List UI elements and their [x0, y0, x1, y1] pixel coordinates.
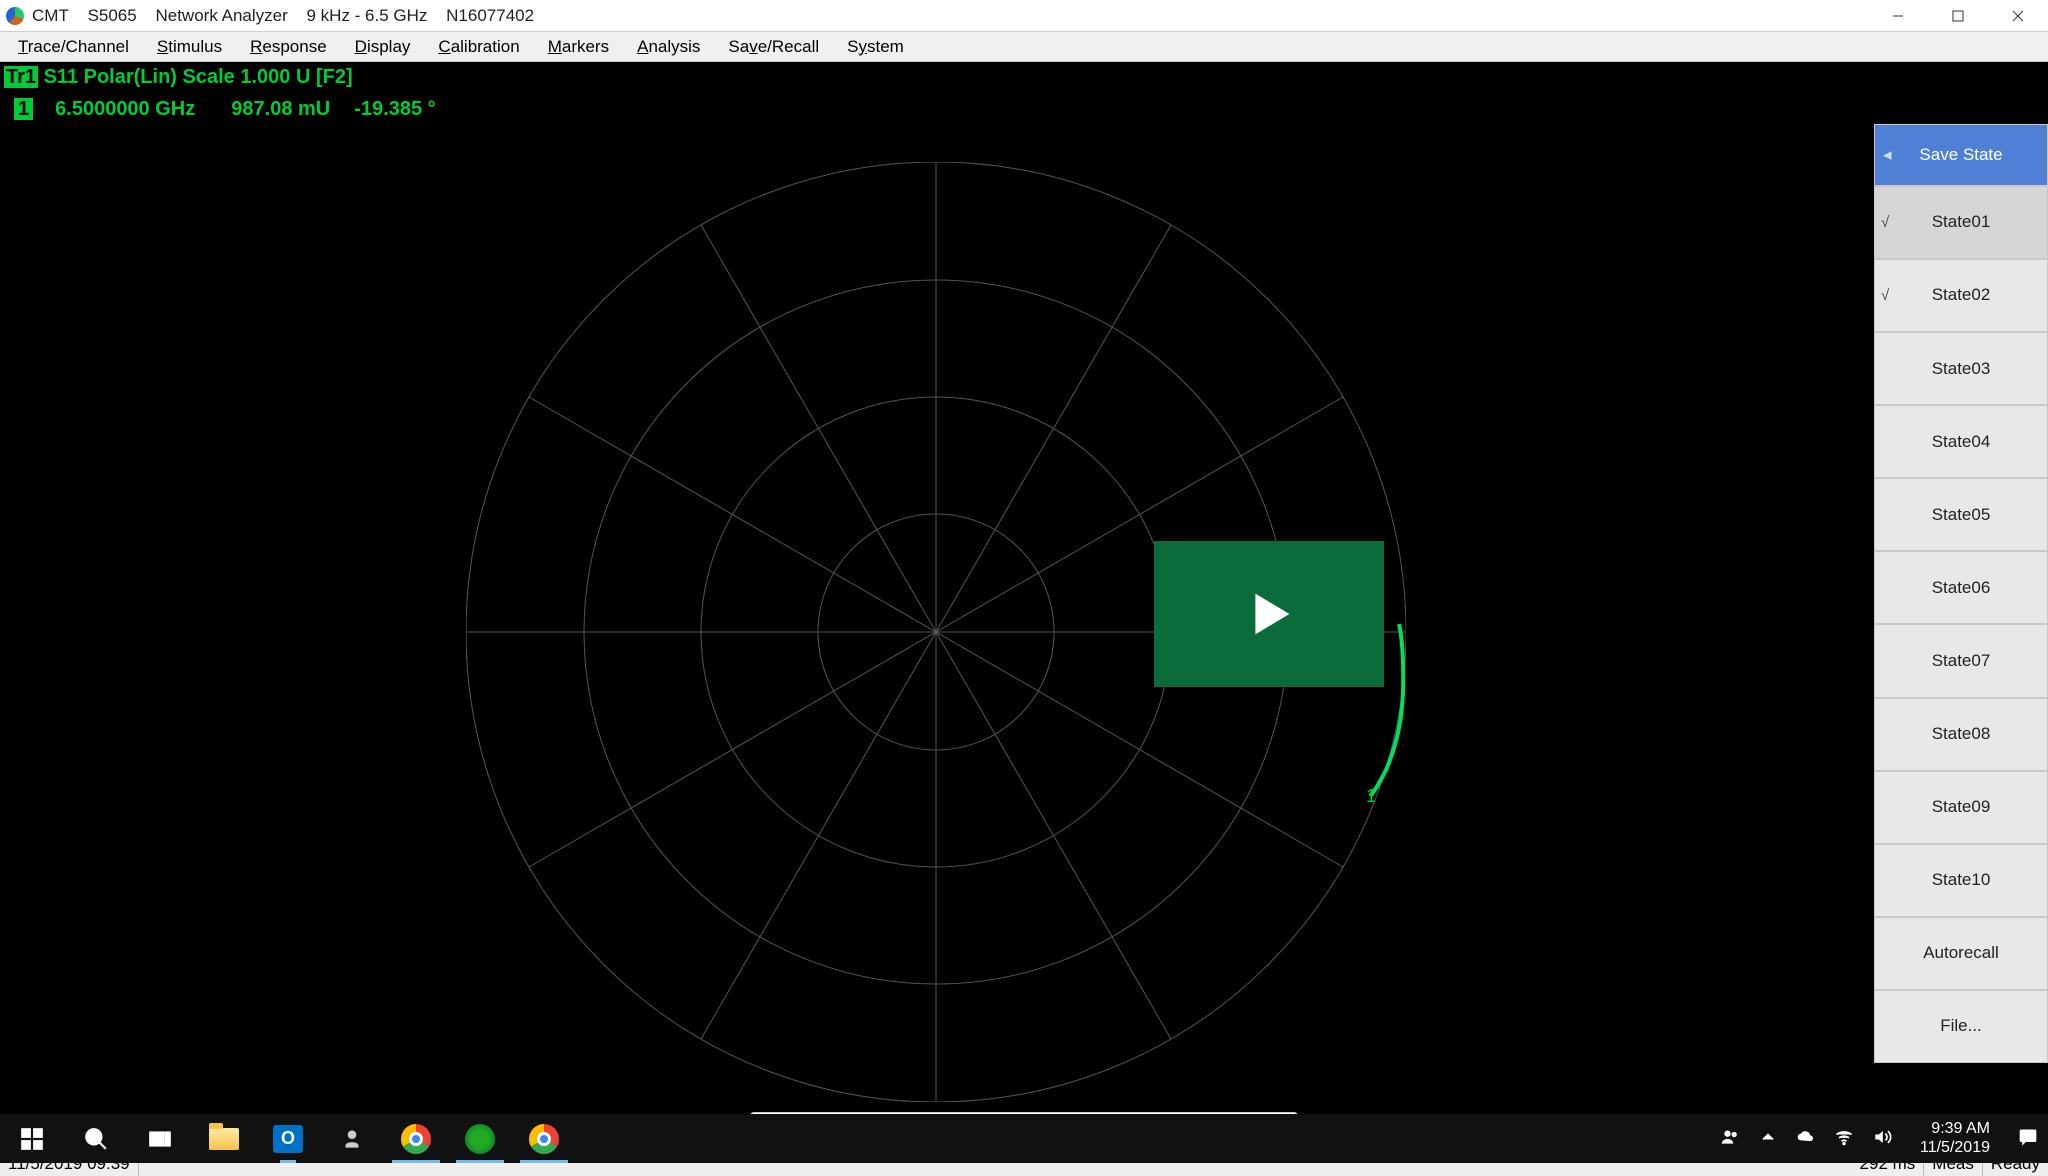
- chrome-icon-2[interactable]: [512, 1114, 576, 1163]
- marker-frequency: 6.5000000 GHz: [55, 98, 195, 120]
- menu-saverecall[interactable]: Save/Recall: [714, 33, 833, 61]
- cmt-app-icon[interactable]: [448, 1114, 512, 1163]
- menu-response[interactable]: Response: [236, 33, 341, 61]
- app-icon-generic[interactable]: [320, 1114, 384, 1163]
- marker-readout: 1 6.5000000 GHz 987.08 mU -19.385 °: [14, 98, 436, 122]
- softkey-autorecall[interactable]: Autorecall: [1874, 917, 2048, 990]
- search-button[interactable]: [64, 1114, 128, 1163]
- taskbar-clock[interactable]: 9:39 AM11/5/2019: [1910, 1120, 2000, 1157]
- onedrive-icon[interactable]: [1796, 1127, 1816, 1151]
- volume-icon[interactable]: [1872, 1127, 1892, 1151]
- menu-stimulus[interactable]: Stimulus: [143, 33, 236, 61]
- menu-analysis[interactable]: Analysis: [623, 33, 714, 61]
- window-title-text: CMT S5065 Network Analyzer 9 kHz - 6.5 G…: [32, 6, 548, 26]
- softkey-state03[interactable]: State03: [1874, 332, 2048, 405]
- softkey-state04[interactable]: State04: [1874, 405, 2048, 478]
- softkey-file[interactable]: File...: [1874, 990, 2048, 1063]
- minimize-button[interactable]: [1868, 0, 1928, 32]
- softkey-state02[interactable]: √State02: [1874, 259, 2048, 332]
- marker-glyph: 1: [1366, 786, 1376, 806]
- softkey-header[interactable]: ◂Save State: [1874, 124, 2048, 186]
- softkey-state05[interactable]: State05: [1874, 478, 2048, 551]
- softkey-state06[interactable]: State06: [1874, 551, 2048, 624]
- polar-plot-area[interactable]: Tr1 S11 Polar(Lin) Scale 1.000 U [F2] 1 …: [0, 62, 1868, 1072]
- menu-markers[interactable]: Markers: [534, 33, 623, 61]
- maximize-button[interactable]: [1928, 0, 1988, 32]
- softkey-panel: ◂Save State√State01√State02State03State0…: [1874, 124, 2048, 1063]
- start-button[interactable]: [0, 1114, 64, 1163]
- wifi-icon[interactable]: [1834, 1127, 1854, 1151]
- menu-calibration[interactable]: Calibration: [424, 33, 533, 61]
- action-center-icon[interactable]: [2018, 1127, 2038, 1151]
- softkey-state01[interactable]: √State01: [1874, 186, 2048, 259]
- marker-magnitude: 987.08 mU: [231, 98, 330, 120]
- trace-tag: Tr1: [4, 66, 38, 88]
- chrome-icon-1[interactable]: [384, 1114, 448, 1163]
- close-button[interactable]: [1988, 0, 2048, 32]
- menu-display[interactable]: Display: [341, 33, 425, 61]
- softkey-state07[interactable]: State07: [1874, 624, 2048, 697]
- system-tray: 9:39 AM11/5/2019: [1720, 1120, 2048, 1157]
- outlook-icon[interactable]: O: [256, 1114, 320, 1163]
- softkey-state09[interactable]: State09: [1874, 771, 2048, 844]
- softkey-state08[interactable]: State08: [1874, 698, 2048, 771]
- trace-description: S11 Polar(Lin) Scale 1.000 U [F2]: [38, 66, 353, 88]
- app-icon: [6, 7, 24, 25]
- softkey-state10[interactable]: State10: [1874, 844, 2048, 917]
- marker-phase: -19.385 °: [354, 98, 435, 120]
- window-titlebar: CMT S5065 Network Analyzer 9 kHz - 6.5 G…: [0, 0, 2048, 32]
- marker-index: 1: [14, 98, 33, 120]
- menu-bar: Trace/ChannelStimulusResponseDisplayCali…: [0, 32, 2048, 62]
- windows-taskbar: O 9:39 AM11/5/2019: [0, 1114, 2048, 1163]
- video-play-button[interactable]: [1154, 541, 1384, 687]
- file-explorer-icon[interactable]: [192, 1114, 256, 1163]
- trace-info-line: Tr1 S11 Polar(Lin) Scale 1.000 U [F2]: [4, 66, 353, 90]
- menu-tracechannel[interactable]: Trace/Channel: [4, 33, 143, 61]
- task-view-button[interactable]: [128, 1114, 192, 1163]
- people-icon[interactable]: [1720, 1127, 1740, 1151]
- tray-chevron-up-icon[interactable]: [1758, 1127, 1778, 1151]
- menu-system[interactable]: System: [833, 33, 918, 61]
